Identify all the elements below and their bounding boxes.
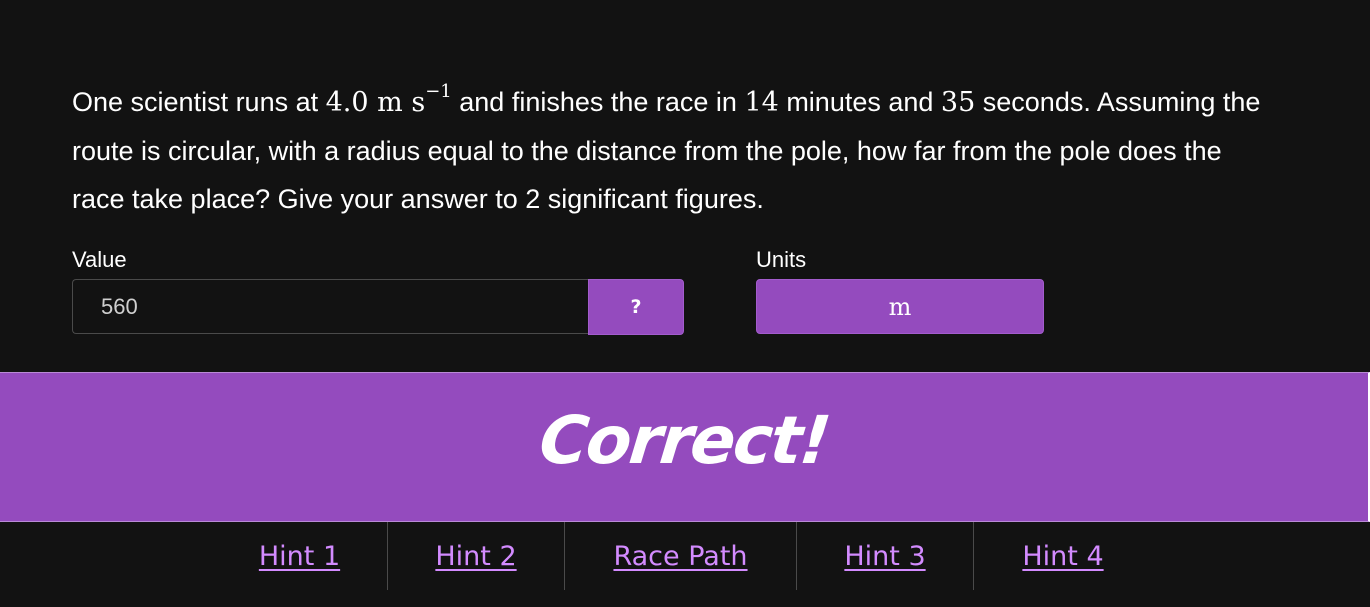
- speed-unit: m s: [377, 87, 426, 118]
- units-selector[interactable]: m: [756, 279, 1044, 334]
- hint-tabs: Hint 1 Hint 2 Race Path Hint 3 Hint 4: [212, 522, 1152, 590]
- speed-math: 4.0 m s−1: [325, 81, 452, 118]
- units-label: Units: [756, 247, 807, 272]
- question-text: One scientist runs at 4.0 m s−1 and fini…: [72, 72, 1272, 223]
- question-part-1: One scientist runs at: [72, 87, 326, 117]
- feedback-banner: Correct!: [0, 372, 1370, 522]
- question-part-2: and finishes the race in: [451, 87, 745, 117]
- tab-hint-1[interactable]: Hint 1: [212, 522, 388, 590]
- minutes-value: 14: [744, 87, 779, 118]
- tab-hint-2[interactable]: Hint 2: [388, 522, 565, 590]
- value-label: Value: [72, 247, 127, 272]
- value-input[interactable]: [72, 279, 589, 334]
- help-button[interactable]: ?: [588, 279, 684, 335]
- feedback-text: Correct!: [535, 401, 833, 479]
- tab-hint-4[interactable]: Hint 4: [974, 522, 1152, 590]
- speed-value: 4.0: [325, 87, 369, 118]
- speed-exponent: −1: [425, 81, 452, 102]
- seconds-value: 35: [940, 87, 976, 118]
- question-part-3: minutes and: [778, 87, 941, 117]
- tab-race-path[interactable]: Race Path: [565, 522, 797, 590]
- tab-hint-3[interactable]: Hint 3: [797, 522, 974, 590]
